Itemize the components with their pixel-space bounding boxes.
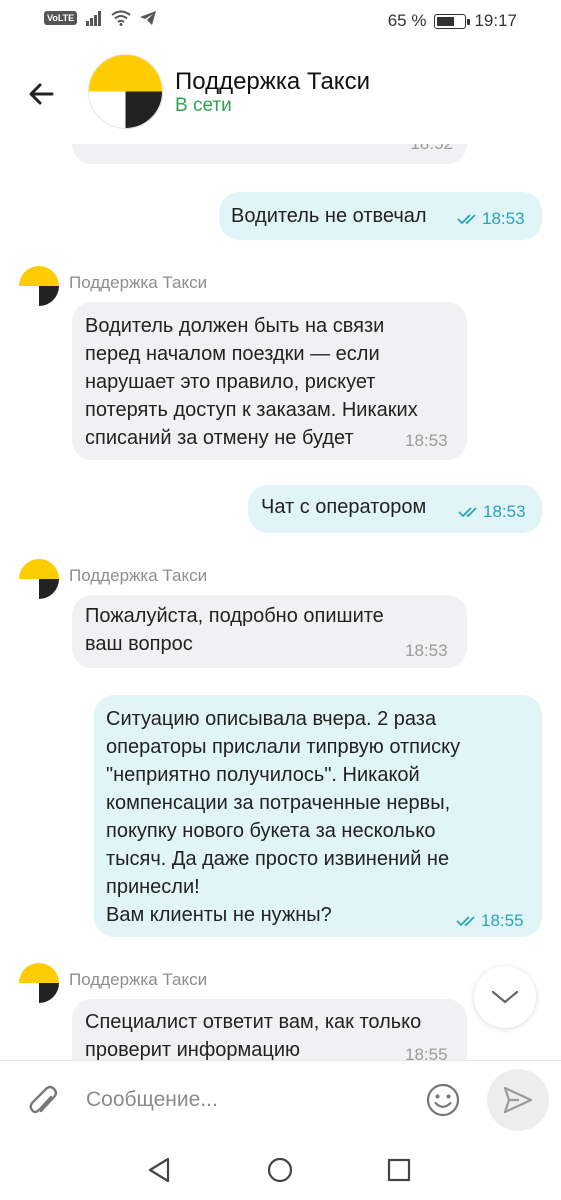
back-arrow-icon[interactable] <box>22 74 62 114</box>
read-ticks-icon <box>456 916 475 927</box>
chat-header: Поддержка Такси В сети <box>0 44 561 144</box>
message-incoming: Водитель должен быть на связи перед нача… <box>72 302 467 460</box>
message-time-read: 18:55 <box>456 907 524 935</box>
clock: 19:17 <box>474 11 517 30</box>
signal-icon <box>86 11 102 26</box>
message-line: Пожалуйста, подробно опишите <box>85 605 384 627</box>
message-composer <box>0 1060 561 1140</box>
nav-recents-icon[interactable] <box>383 1154 415 1186</box>
message-time: 18:52 <box>410 144 453 158</box>
message-line: Водитель должен быть на связи <box>85 315 385 337</box>
emoji-icon[interactable] <box>425 1082 461 1118</box>
sender-name: Поддержка Такси <box>69 273 208 292</box>
taxi-support-avatar[interactable] <box>88 54 163 129</box>
message-line: принесли! <box>106 876 200 898</box>
message-line: тысяч. Да даже просто извинений не <box>106 848 450 870</box>
support-avatar <box>19 963 59 1003</box>
support-avatar <box>19 266 59 306</box>
message-outgoing: Водитель не отвечал 18:53 <box>219 192 542 240</box>
online-status: В сети <box>175 95 232 116</box>
message-line: проверит информацию <box>85 1039 301 1060</box>
send-icon <box>503 1086 533 1114</box>
nav-back-icon[interactable] <box>144 1154 176 1186</box>
message-line: Специалист ответит вам, как только <box>85 1011 422 1033</box>
chat-title: Поддержка Такси <box>175 68 370 95</box>
message-line: нарушает это правило, рискует <box>85 371 376 393</box>
wifi-icon <box>111 10 131 26</box>
status-bar: VoLTE 65 % 19:17 <box>0 0 561 44</box>
battery-percent: 65 % <box>387 11 427 30</box>
support-avatar <box>19 559 59 599</box>
message-input[interactable] <box>86 1083 406 1117</box>
message-outgoing: Чат с оператором 18:53 <box>248 485 542 533</box>
message-text: Чат с оператором <box>261 496 427 518</box>
message-line: Ситуацию описывала вчера. 2 раза <box>106 708 437 730</box>
message-time-read: 18:53 <box>457 205 525 233</box>
nav-home-icon[interactable] <box>264 1154 296 1186</box>
message-outgoing: Ситуацию описывала вчера. 2 раза операто… <box>94 695 542 937</box>
volte-badge: VoLTE <box>44 11 78 25</box>
message-line: компенсации за потраченные нервы, <box>106 792 451 814</box>
message-time: 18:53 <box>405 431 448 450</box>
chevron-down-icon <box>491 990 519 1004</box>
message-line: "неприятно получилось". Никакой <box>106 764 420 786</box>
sender-name: Поддержка Такси <box>69 970 208 989</box>
message-time-read: 18:53 <box>458 498 526 526</box>
message-line: ваш вопрос <box>85 633 193 655</box>
message-text: Водитель не отвечал <box>231 205 427 227</box>
message-time: 18:53 <box>405 641 448 660</box>
send-button[interactable] <box>487 1069 549 1131</box>
message-list[interactable]: 18:52 Водитель не отвечал 18:53 Поддержк… <box>0 144 561 1060</box>
telegram-icon <box>140 11 157 25</box>
sender-name: Поддержка Такси <box>69 566 208 585</box>
message-time: 18:55 <box>405 1045 448 1060</box>
message-line: списаний за отмену не будет <box>85 427 354 449</box>
message-line: покупку нового букета за несколько <box>106 820 436 842</box>
message-line: потерять доступ к заказам. Никаких <box>85 399 418 421</box>
attach-icon[interactable] <box>26 1083 60 1121</box>
scroll-to-bottom-button[interactable] <box>474 966 536 1028</box>
message-incoming: 18:52 <box>72 144 467 164</box>
message-line: Вам клиенты не нужны? <box>106 904 332 926</box>
read-ticks-icon <box>458 507 477 518</box>
message-incoming: Специалист ответит вам, как только прове… <box>72 999 467 1060</box>
system-nav-bar <box>0 1140 561 1200</box>
message-incoming: Пожалуйста, подробно опишите ваш вопрос … <box>72 595 467 668</box>
battery-icon <box>434 13 471 29</box>
read-ticks-icon <box>457 214 476 225</box>
message-line: перед началом поездки — если <box>85 343 380 365</box>
message-line: операторы прислали типрвую отписку <box>106 736 461 758</box>
